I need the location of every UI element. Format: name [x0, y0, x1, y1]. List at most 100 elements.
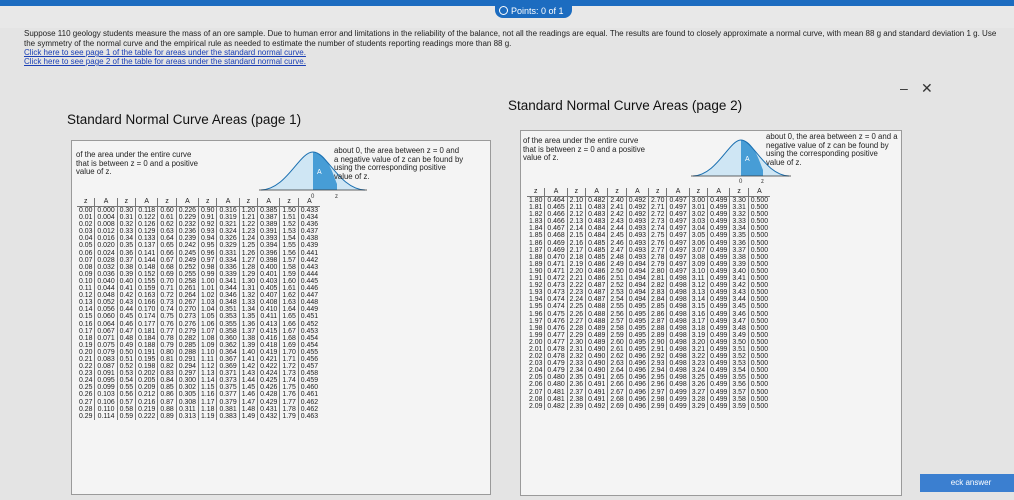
area-value-cell: 0.495 — [625, 338, 649, 346]
z-value-cell: 2.12 — [566, 211, 586, 219]
area-value-cell: 0.498 — [666, 289, 690, 297]
area-value-cell: 0.500 — [747, 331, 771, 339]
z-value-cell: 0.31 — [116, 214, 136, 222]
z-value-cell: 0.46 — [116, 320, 136, 328]
z-value-cell: 3.04 — [688, 225, 708, 233]
area-value-cell: 0.500 — [747, 196, 771, 205]
area-value-cell: 0.387 — [257, 214, 280, 222]
area-value-cell: 0.403 — [257, 277, 280, 286]
area-value-cell: 0.137 — [135, 242, 158, 250]
area-value-cell: 0.048 — [94, 292, 118, 300]
area-value-cell: 0.351 — [216, 306, 240, 314]
area-value-cell: 0.471 — [544, 267, 568, 276]
area-value-cell: 0.421 — [257, 355, 280, 364]
z-value-cell: 3.16 — [688, 310, 708, 318]
area-value-cell: 0.499 — [707, 267, 730, 276]
area-value-cell: 0.494 — [625, 275, 649, 283]
table-page2-link[interactable]: Click here to see page 2 of the table fo… — [24, 57, 1008, 66]
area-value-cell: 0.499 — [707, 232, 730, 240]
z-value-cell: 3.20 — [688, 338, 708, 346]
z-value-cell: 3.01 — [688, 204, 708, 212]
check-answer-button[interactable]: eck answer — [920, 474, 1014, 492]
area-value-cell: 0.426 — [257, 384, 280, 392]
area-value-cell: 0.496 — [625, 360, 649, 368]
z-value-cell: 1.79 — [279, 412, 299, 420]
area-value-cell: 0.181 — [135, 327, 158, 335]
z-value-cell: 0.75 — [157, 313, 177, 321]
z-value-cell: 2.19 — [566, 260, 586, 268]
z-value-cell: 2.78 — [648, 253, 667, 261]
area-value-cell: 0.499 — [707, 324, 730, 332]
area-value-cell: 0.212 — [135, 391, 158, 399]
minimize-button[interactable]: – — [900, 80, 908, 96]
z-value-cell: 2.32 — [566, 353, 586, 361]
z-value-cell: 2.84 — [648, 296, 667, 304]
area-value-cell: 0.462 — [297, 398, 321, 406]
z-value-cell: 0.68 — [157, 263, 177, 271]
area-value-cell: 0.394 — [257, 242, 280, 250]
table-header-cell: z — [566, 188, 586, 197]
panel2-right-description: about 0, the area between z = 0 and a ne… — [766, 132, 898, 167]
table-row: 0.03 0.012 0.33 0.129 0.63 0.236 0.93 0.324 1.23… — [77, 228, 321, 236]
area-value-cell: 0.486 — [585, 260, 608, 268]
area-value-cell: 0.285 — [175, 341, 199, 349]
area-value-cell: 0.385 — [257, 206, 280, 215]
area-value-cell: 0.360 — [216, 334, 240, 342]
z-value-cell: 2.40 — [607, 196, 627, 205]
z-value-cell: 2.64 — [607, 367, 627, 375]
z-value-cell: 2.04 — [529, 367, 543, 375]
area-value-cell: 0.297 — [175, 370, 199, 378]
table-header-cell: z — [198, 198, 217, 207]
z-value-cell: 0.99 — [198, 270, 217, 278]
area-value-cell: 0.478 — [544, 345, 568, 354]
z-value-cell: 2.95 — [648, 374, 667, 382]
z-value-cell: 2.56 — [607, 310, 627, 318]
z-value-cell: 0.69 — [157, 270, 177, 278]
area-value-cell: 0.242 — [175, 242, 199, 250]
area-value-cell: 0.483 — [585, 218, 608, 226]
close-button[interactable]: ✕ — [921, 80, 933, 97]
z-value-cell: 2.39 — [566, 402, 586, 410]
z-value-cell: 0.76 — [157, 320, 177, 328]
z-value-cell: 3.13 — [688, 289, 708, 297]
z-value-cell: 3.57 — [729, 388, 749, 396]
z-value-cell: 0.91 — [198, 214, 217, 222]
z-value-cell: 3.06 — [688, 239, 708, 247]
area-value-cell: 0.396 — [257, 249, 280, 257]
area-value-cell: 0.103 — [94, 391, 118, 399]
area-value-cell: 0.500 — [747, 211, 771, 219]
area-value-cell: 0.500 — [747, 253, 771, 261]
table-page1-link[interactable]: Click here to see page 1 of the table fo… — [24, 48, 1008, 57]
z-value-cell: 1.94 — [529, 296, 543, 304]
table-row: 1.92 0.473 2.22 0.487 2.52 0.494 2.82 0.498 3.12… — [527, 282, 771, 290]
z-value-cell: 2.66 — [607, 381, 627, 389]
area-value-cell: 0.498 — [666, 353, 690, 361]
area-value-cell: 0.170 — [135, 306, 158, 314]
area-value-cell: 0.477 — [544, 331, 568, 339]
z-value-cell: 3.42 — [729, 282, 749, 290]
z-value-cell: 0.89 — [157, 412, 177, 420]
z-value-cell: 1.40 — [238, 348, 258, 356]
z-value-cell: 1.53 — [279, 228, 299, 236]
z-value-cell: 2.98 — [648, 395, 667, 403]
z-value-cell: 3.17 — [688, 317, 708, 325]
table-header-cell: A — [297, 198, 321, 207]
area-value-cell: 0.499 — [666, 388, 690, 396]
area-value-cell: 0.216 — [135, 398, 158, 406]
z-value-cell: 2.54 — [607, 296, 627, 304]
area-value-cell: 0.008 — [94, 221, 118, 229]
z-value-cell: 0.16 — [79, 320, 93, 328]
area-value-cell: 0.469 — [544, 246, 568, 254]
area-value-cell: 0.273 — [175, 313, 199, 321]
area-value-cell: 0.267 — [175, 299, 199, 307]
table-row: 0.00 0.000 0.30 0.118 0.60 0.226 0.90 0.316 1.20… — [77, 206, 321, 215]
z-value-cell: 1.02 — [198, 292, 217, 300]
z-value-cell: 3.19 — [688, 331, 708, 339]
z-value-cell: 2.29 — [566, 331, 586, 339]
area-value-cell: 0.308 — [175, 398, 199, 406]
area-value-cell: 0.083 — [94, 355, 118, 364]
area-value-cell: 0.177 — [135, 320, 158, 328]
table-header-cell: z — [238, 198, 258, 207]
area-value-cell: 0.163 — [135, 292, 158, 300]
area-value-cell: 0.464 — [544, 196, 568, 205]
